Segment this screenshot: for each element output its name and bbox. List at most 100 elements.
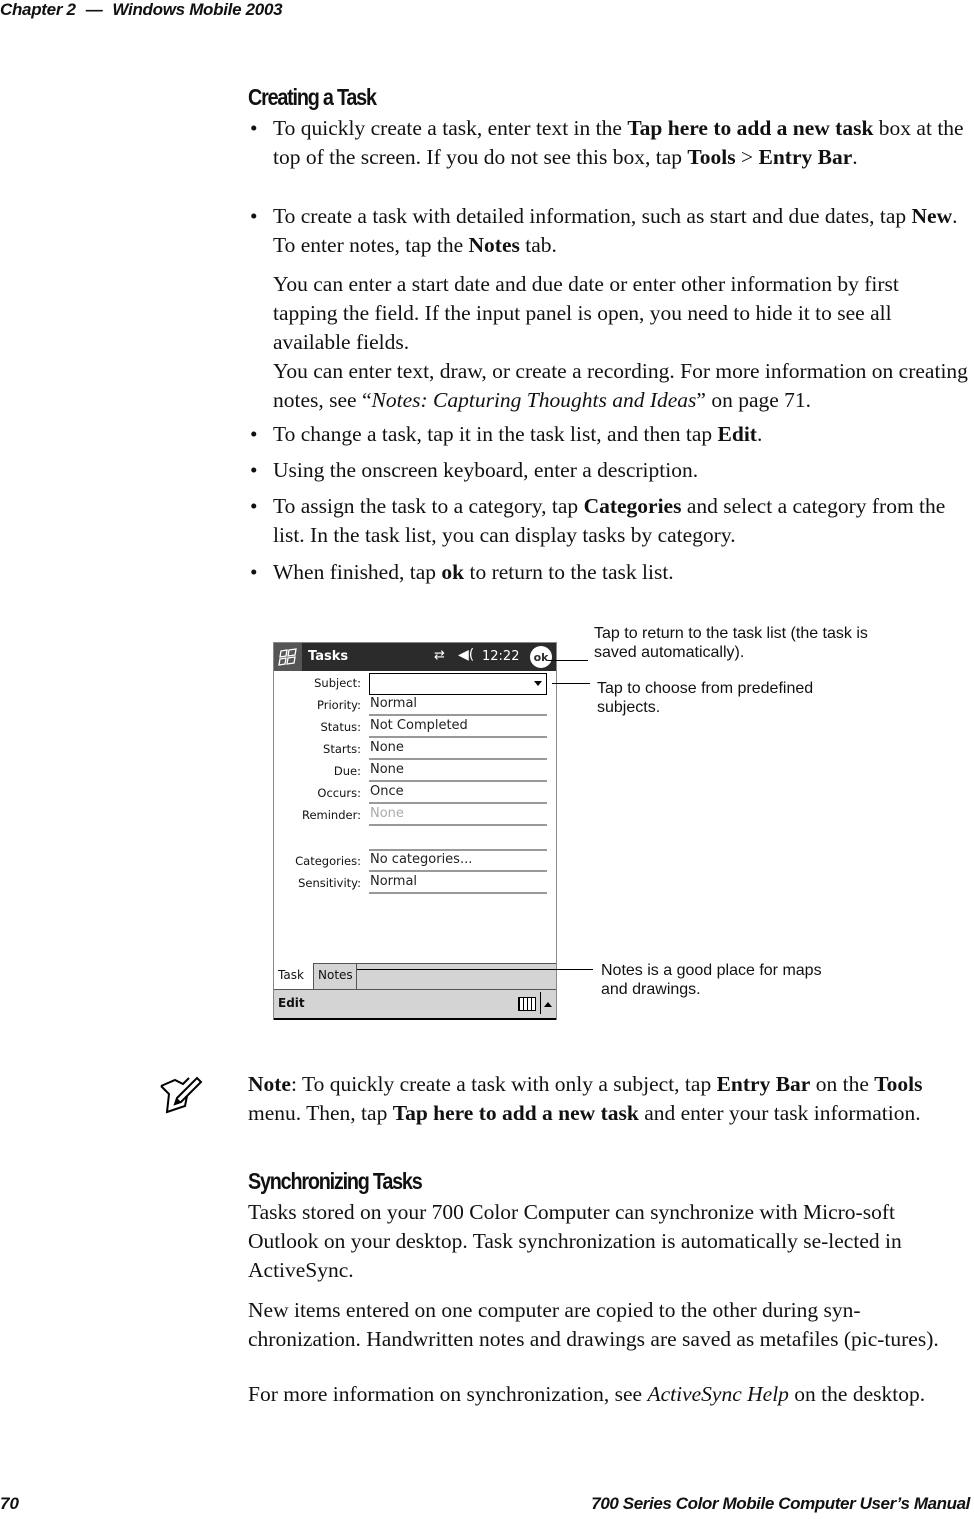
priority-field[interactable]: Normal xyxy=(369,696,547,716)
text: tab. xyxy=(519,233,557,257)
field-label: Reminder: xyxy=(301,808,361,822)
bullet-detailed-create: • To create a task with detailed informa… xyxy=(248,202,968,260)
keyboard-icon[interactable] xyxy=(518,997,536,1011)
starts-field[interactable]: None xyxy=(369,740,547,760)
occurs-field[interactable]: Once xyxy=(369,784,547,804)
field-label: Categories: xyxy=(295,854,361,868)
text: To quickly create a task, enter text in … xyxy=(273,116,628,140)
title-bar: Tasks ⇄ ◀( 12:22 ok xyxy=(274,643,556,671)
field-due: Due: None xyxy=(274,761,556,783)
tab-notes[interactable]: Notes xyxy=(314,963,357,989)
tab-bar: Task Notes xyxy=(274,963,556,990)
field-reminder: Reminder: None xyxy=(274,805,556,827)
ui-term: New xyxy=(911,204,953,228)
note-pencil-icon xyxy=(160,1076,203,1114)
field-label: Subject: xyxy=(314,676,361,690)
callout-leader-notes xyxy=(357,969,593,970)
callout-subject: Tap to choose from predefined subjects. xyxy=(597,680,814,716)
bullet-keyboard: • Using the onscreen keyboard, enter a d… xyxy=(248,456,968,485)
text: To assign the task to a category, tap xyxy=(273,494,584,518)
chapter-title: Windows Mobile 2003 xyxy=(112,0,283,19)
subject-dropdown[interactable] xyxy=(369,673,547,695)
due-field[interactable]: None xyxy=(369,762,547,782)
ui-term: Edit xyxy=(717,422,757,446)
chevron-down-icon[interactable] xyxy=(534,681,542,686)
section-heading-sync-tasks: Synchronizing Tasks xyxy=(248,1168,423,1194)
text: > xyxy=(735,145,759,169)
bullet-icon: • xyxy=(250,116,258,140)
app-title: Tasks xyxy=(308,649,349,664)
cross-reference: Notes: Capturing Thoughts and Ideas xyxy=(371,388,697,412)
sync-icon[interactable]: ⇄ xyxy=(434,648,445,663)
windows-flag-icon xyxy=(278,648,297,666)
text: . xyxy=(852,145,858,169)
divider xyxy=(540,992,541,1014)
paragraph-sync-3: For more information on synchronization,… xyxy=(248,1380,948,1409)
text: on the xyxy=(810,1072,875,1096)
volume-icon[interactable]: ◀( xyxy=(458,647,474,663)
paragraph-dates: You can enter a start date and due date … xyxy=(273,272,899,354)
running-header: Chapter 2 — Windows Mobile 2003 xyxy=(0,0,283,20)
callout-leader-subject xyxy=(552,683,590,684)
text: menu. Then, tap xyxy=(248,1101,393,1125)
callout-ok: Tap to return to the task list (the task… xyxy=(594,625,868,661)
field-sensitivity: Sensitivity: Normal xyxy=(274,873,556,895)
tasks-screenshot: Tasks ⇄ ◀( 12:22 ok Subject: Priority: N… xyxy=(273,642,557,1020)
manual-title: 700 Series Color Mobile Computer User’s … xyxy=(591,1494,970,1513)
field-categories: Categories: No categories... xyxy=(274,851,556,873)
field-starts: Starts: None xyxy=(274,739,556,761)
callout-leader-ok xyxy=(548,660,588,661)
text: To create a task with detailed informati… xyxy=(273,204,912,228)
field-label: Priority: xyxy=(317,698,361,712)
note-label: Note xyxy=(248,1072,291,1096)
text: For more information on synchronization,… xyxy=(248,1382,648,1406)
ui-term: Tools xyxy=(874,1072,923,1096)
chevron-up-icon[interactable] xyxy=(544,1002,552,1007)
field-label: Sensitivity: xyxy=(298,876,361,890)
menu-bar: Edit xyxy=(274,989,556,1020)
field-label: Due: xyxy=(333,764,361,778)
text: : To quickly create a task with only a s… xyxy=(290,1072,717,1096)
bullet-icon: • xyxy=(250,422,258,446)
field-subject: Subject: xyxy=(274,673,556,695)
tab-task[interactable]: Task xyxy=(274,963,314,989)
ok-button[interactable]: ok xyxy=(530,646,552,668)
ui-term: Entry Bar xyxy=(758,145,853,169)
clock[interactable]: 12:22 xyxy=(482,649,519,664)
bullet-icon: • xyxy=(250,204,258,228)
section-heading-creating-task: Creating a Task xyxy=(248,84,377,110)
ui-term: Entry Bar xyxy=(716,1072,811,1096)
ui-term: Notes xyxy=(468,233,520,257)
ui-term: Tap here to add a new task xyxy=(392,1101,639,1125)
paragraph-notes: You can enter text, draw, or create a re… xyxy=(273,357,973,415)
paragraph-sync-1: Tasks stored on your 700 Color Computer … xyxy=(248,1200,902,1282)
start-button[interactable] xyxy=(274,643,302,671)
bullet-quick-create: • To quickly create a task, enter text i… xyxy=(248,114,968,172)
reminder-field[interactable]: None xyxy=(369,806,547,826)
callout-notes: Notes is a good place for maps and drawi… xyxy=(601,962,822,998)
ui-term: Tap here to add a new task xyxy=(627,116,874,140)
bullet-change-task: • To change a task, tap it in the task l… xyxy=(248,420,968,449)
sensitivity-field[interactable]: Normal xyxy=(369,874,547,894)
bullet-finished: • When finished, tap ok to return to the… xyxy=(248,558,968,587)
cross-reference: ActiveSync Help xyxy=(647,1382,789,1406)
chapter-label: Chapter 2 xyxy=(0,0,76,19)
text: When finished, tap xyxy=(273,560,442,584)
field-priority: Priority: Normal xyxy=(274,695,556,717)
paragraph-sync-2: New items entered on one computer are co… xyxy=(248,1298,939,1351)
text: ” on page 71. xyxy=(696,388,812,412)
bullet-icon: • xyxy=(250,458,258,482)
text: on the desktop. xyxy=(788,1382,926,1406)
categories-field[interactable]: No categories... xyxy=(369,852,547,872)
text: and enter your task information. xyxy=(638,1101,921,1125)
edit-menu[interactable]: Edit xyxy=(278,996,305,1010)
ui-term: Tools xyxy=(687,145,736,169)
bullet-icon: • xyxy=(250,494,258,518)
bullet-icon: • xyxy=(250,560,258,584)
text: Using the onscreen keyboard, enter a des… xyxy=(273,458,699,482)
text: . xyxy=(756,422,763,446)
page-number: 70 xyxy=(0,1494,19,1513)
text: To change a task, tap it in the task lis… xyxy=(273,422,718,446)
field-label: Status: xyxy=(320,720,361,734)
status-field[interactable]: Not Completed xyxy=(369,718,547,738)
